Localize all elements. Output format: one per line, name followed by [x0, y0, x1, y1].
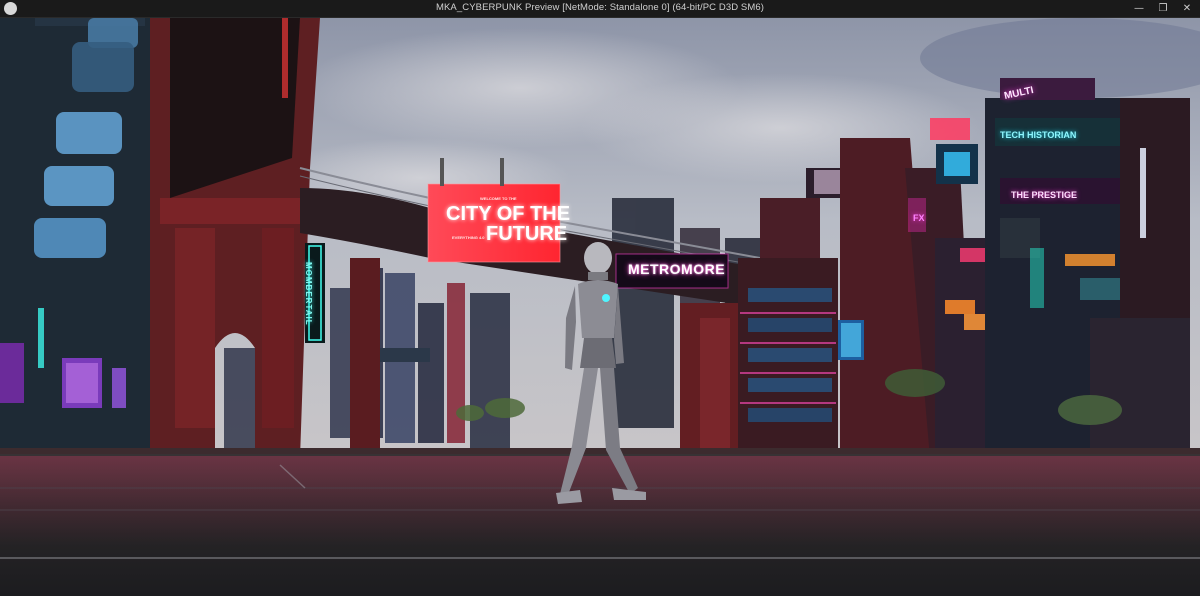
title-bar[interactable]: MKA_CYBERPUNK Preview [NetMode: Standalo… — [0, 0, 1200, 18]
billboard-footer-text: EVERYTHING 4.0 — [452, 235, 485, 240]
scene-artwork — [0, 18, 1200, 596]
game-preview-window: MKA_CYBERPUNK Preview [NetMode: Standalo… — [0, 0, 1200, 596]
tech-historian-sign: TECH HISTORIAN — [1000, 130, 1077, 140]
window-title: MKA_CYBERPUNK Preview [NetMode: Standalo… — [435, 2, 765, 13]
fx-sign: FX — [913, 213, 925, 223]
vertical-neon-sign: MOMBERTAIL — [304, 262, 313, 326]
close-button[interactable]: ✕ — [1174, 0, 1200, 17]
billboard-headline-line2: FUTURE — [486, 223, 568, 245]
billboard-headline-line1: CITY OF THE — [446, 203, 571, 225]
minimize-button[interactable]: — — [1126, 0, 1152, 17]
prestige-sign: THE PRESTIGE — [1011, 190, 1078, 200]
billboard-welcome-text: WELCOME TO THE — [480, 196, 517, 201]
metromore-sign-text: METROMORE — [628, 261, 726, 277]
game-viewport[interactable]: WELCOME TO THE CITY OF THE FUTURE EVERYT… — [0, 18, 1200, 596]
maximize-button[interactable]: ❐ — [1150, 0, 1176, 17]
